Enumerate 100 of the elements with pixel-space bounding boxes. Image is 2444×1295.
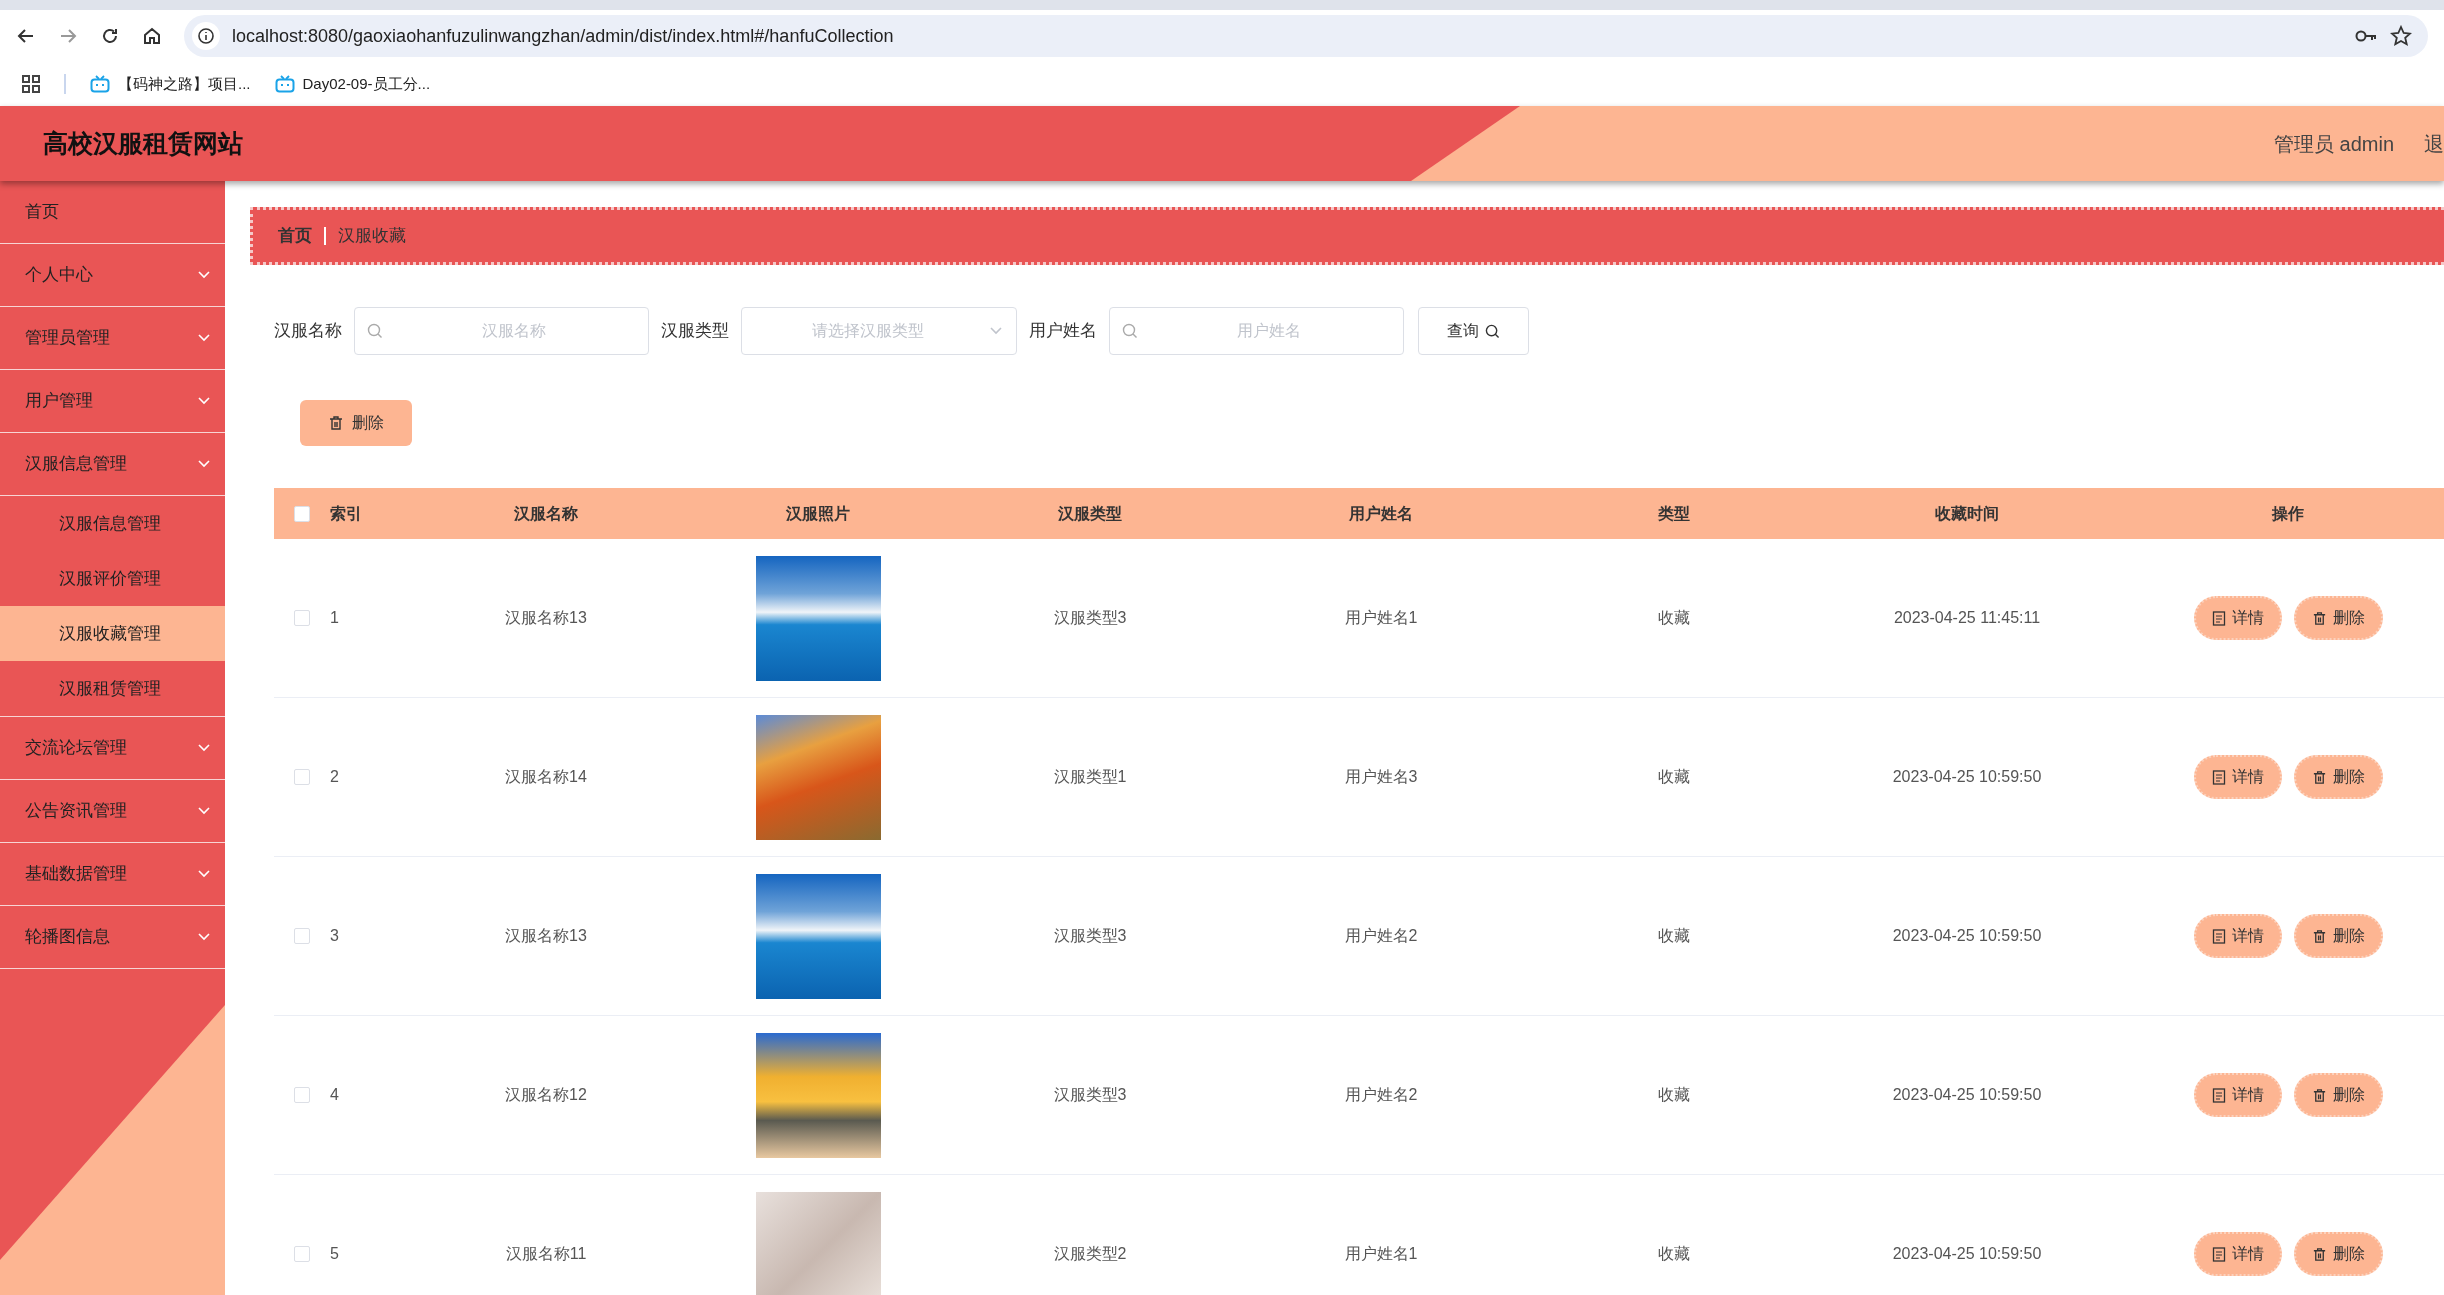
home-icon[interactable] [142,26,162,46]
search-icon [1485,323,1500,339]
sidebar-menu-item[interactable]: 用户管理 [0,370,225,433]
chevron-down-icon [197,396,211,406]
row-checkbox[interactable] [294,1087,310,1103]
select-all-checkbox[interactable] [294,505,310,522]
document-icon [2211,1246,2226,1262]
delete-button[interactable]: 删除 [2293,1073,2383,1117]
search-icon [1122,323,1138,339]
search-button[interactable]: 查询 [1418,307,1529,355]
search-field[interactable]: 用户姓名 [1109,307,1404,355]
filter-label: 汉服类型 [661,320,729,343]
details-button[interactable]: 详情 [2193,1232,2282,1276]
details-button[interactable]: 详情 [2193,596,2282,640]
reload-icon[interactable] [100,26,120,46]
star-icon[interactable] [2390,25,2412,47]
admin-user-label: 管理员 admin [2273,131,2394,157]
column-header: 操作 [2272,504,2304,522]
info-icon[interactable] [192,22,220,50]
details-button[interactable]: 详情 [2193,755,2282,799]
table-cell-text: 汉服名称13 [505,926,587,946]
bookmark-link[interactable]: 【码神之路】项目... [90,72,251,96]
delete-button[interactable]: 删除 [2293,1232,2383,1276]
table-cell-text: 2023-04-25 10:59:50 [1892,1244,2042,1264]
filter-label: 用户姓名 [1029,320,1097,343]
sidebar-menu-item[interactable]: 汉服信息管理 [0,433,225,496]
table-cell-text: 用户姓名1 [1344,1244,1418,1264]
row-checkbox[interactable] [294,769,310,785]
search-icon [367,323,383,339]
apps-grid-icon[interactable] [22,75,40,93]
chevron-down-icon [197,459,211,469]
row-checkbox[interactable] [294,928,310,944]
column-header: 汉服名称 [514,504,578,522]
document-icon [2211,769,2226,785]
row-checkbox[interactable] [294,1246,310,1262]
table-cell-text: 收藏 [1658,608,1690,628]
table-cell-text: 汉服类型3 [1053,926,1127,946]
table-cell-text: 2023-04-25 10:59:50 [1892,926,2042,946]
search-field[interactable]: 汉服名称 [354,307,649,355]
document-icon [2211,610,2226,626]
sidebar-submenu-item[interactable]: 汉服信息管理 [0,496,225,551]
table-cell-text: 2023-04-25 11:45:11 [1893,608,2041,628]
sidebar-submenu-item[interactable]: 汉服收藏管理 [0,606,225,661]
table-cell-text: 用户姓名2 [1344,926,1418,946]
table-cell-text: 汉服类型3 [1053,608,1127,628]
column-header: 汉服类型 [1058,504,1122,522]
logout-link[interactable]: 退 [2424,128,2444,159]
delete-button[interactable]: 删除 [2293,755,2383,799]
table-cell-text: 汉服名称11 [505,1244,587,1264]
breadcrumb-current: 汉服收藏 [338,225,406,248]
address-bar[interactable]: localhost:8080/gaoxiaohanfuzulinwangzhan/admin/dist/index.html#/hanfuCollection [184,15,2428,57]
column-header: 收藏时间 [1935,504,1999,522]
table-cell-text: 收藏 [1658,1244,1690,1264]
delete-button[interactable]: 删除 [2293,596,2383,640]
sidebar-submenu-item[interactable]: 汉服评价管理 [0,551,225,606]
sidebar-menu-item[interactable]: 公告资讯管理 [0,780,225,843]
table-cell-text: 汉服名称12 [505,1085,587,1105]
chevron-down-icon [197,743,211,753]
table-cell: 1 [330,609,339,626]
sidebar-menu-item[interactable]: 基础数据管理 [0,843,225,906]
sidebar-menu-item[interactable]: 个人中心 [0,244,225,307]
tv-icon [274,75,295,93]
table-cell-text: 汉服类型3 [1053,1085,1127,1105]
table-cell-text: 收藏 [1658,926,1690,946]
document-icon [2211,1087,2226,1103]
column-header: 汉服照片 [786,504,850,522]
column-header: 用户姓名 [1349,504,1413,522]
sidebar-menu-item[interactable]: 首页 [0,181,225,244]
table-cell-text: 收藏 [1658,767,1690,787]
table-cell-text: 汉服类型2 [1053,1244,1127,1264]
sidebar-menu-item[interactable]: 交流论坛管理 [0,717,225,780]
sidebar-menu-item[interactable]: 管理员管理 [0,307,225,370]
table-cell-text: 收藏 [1658,1085,1690,1105]
filter-label: 汉服名称 [274,320,342,343]
table-cell-text: 2023-04-25 10:59:50 [1892,767,2042,787]
table-cell: 5 [330,1245,339,1262]
details-button[interactable]: 详情 [2193,914,2282,958]
tv-icon [90,75,110,93]
site-title: 高校汉服租赁网站 [43,127,243,159]
table-cell-text: 汉服名称13 [505,608,587,628]
trash-icon [2311,610,2327,626]
table-cell-text: 用户姓名2 [1344,1085,1418,1105]
type-select[interactable]: 请选择汉服类型 [741,307,1017,355]
row-checkbox[interactable] [294,610,310,626]
url-text: localhost:8080/gaoxiaohanfuzulinwangzhan/admin/dist/index.html#/hanfuCollection [232,24,895,48]
table-cell: 2 [330,768,339,785]
table-cell: 3 [330,927,339,944]
breadcrumb-home-link[interactable]: 首页 [278,223,312,249]
sidebar-menu-item[interactable]: 轮播图信息 [0,906,225,969]
trash-icon [2311,769,2327,785]
chevron-down-icon [989,326,1003,336]
delete-button[interactable]: 删除 [2293,914,2383,958]
bookmark-link[interactable]: Day02-09-员工分... [274,72,431,96]
sidebar-submenu-item[interactable]: 汉服租赁管理 [0,661,225,716]
table-cell-text: 2023-04-25 10:59:50 [1892,1085,2042,1105]
batch-delete-button[interactable]: 删除 [300,400,412,446]
chevron-down-icon [197,869,211,879]
details-button[interactable]: 详情 [2193,1073,2282,1117]
column-header: 索引 [330,504,362,522]
chevron-down-icon [197,333,211,343]
